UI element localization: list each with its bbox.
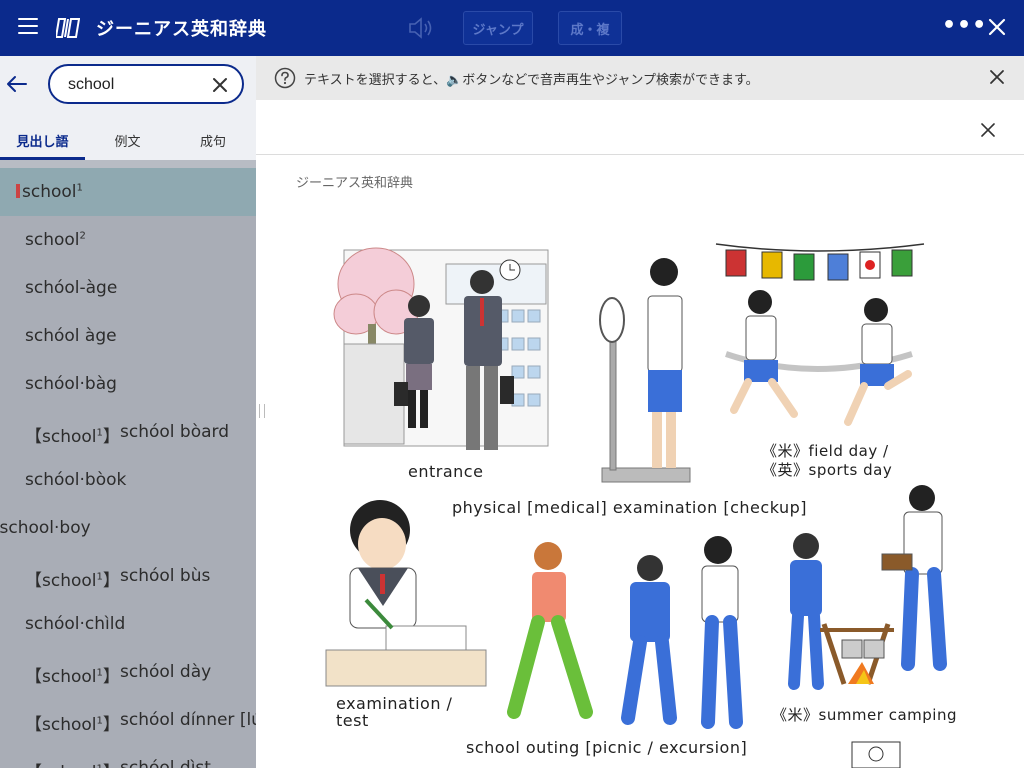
list-divider (0, 160, 256, 168)
entry-headword-text: schóol·bòok (25, 470, 127, 490)
dictionary-name: ジーニアス英和辞典 (296, 176, 414, 191)
entry-headword-text: school (25, 230, 80, 250)
search-panel: 見出し語 例文 成句 school1school2schóol-àgeschóo… (0, 56, 256, 768)
entry-reference-word: 【school (25, 667, 97, 687)
exam-scene (325, 500, 487, 687)
list-item[interactable]: *school·boy (0, 504, 256, 552)
entry-headword-text: school·boy (0, 518, 91, 538)
school-events-illustration: entrance 《米》field day / 《英》sports day ph… (296, 214, 996, 768)
entry-reference-close: 】 (102, 715, 120, 735)
tab-idioms[interactable]: 成句 (170, 120, 256, 160)
tab-examples[interactable]: 例文 (85, 120, 170, 160)
notice-bar: テキストを選択すると、🔈ボタンなどで音声再生やジャンプ検索ができます。 (256, 56, 1024, 100)
entry-headword: schóol·bòok (25, 470, 126, 490)
homograph-number: 2 (79, 230, 86, 242)
entry-headword-text: schóol àge (25, 326, 117, 346)
entry-headword: school1 (16, 182, 83, 202)
entry-headword: schóol·bàg (25, 374, 117, 394)
search-tabs: 見出し語 例文 成句 (0, 120, 256, 160)
list-item[interactable]: 【school1】 schóol bùs (0, 552, 256, 600)
entry-headword: *school·boy (0, 518, 91, 538)
illustration-drawing (325, 243, 947, 768)
homograph-number: 1 (76, 182, 83, 194)
clear-search-icon[interactable] (210, 75, 230, 95)
entry-headword: schóol·chìld (25, 614, 125, 634)
list-item[interactable]: schóol·bòok (0, 456, 256, 504)
menu-icon[interactable] (18, 18, 38, 38)
list-item[interactable]: 【school1】 schóol dínner [lú (0, 696, 256, 744)
importance-marker-icon (16, 184, 20, 198)
search-input[interactable] (68, 74, 198, 96)
resize-handle[interactable] (259, 404, 265, 418)
entry-headword-text: schóol·chìld (25, 614, 126, 634)
tab-headwords[interactable]: 見出し語 (0, 120, 85, 160)
app-title: ジーニアス英和辞典 (96, 19, 267, 40)
close-icon[interactable] (984, 14, 1010, 40)
help-icon (274, 67, 296, 89)
entry-list[interactable]: school1 school2 schóol-àge schóol àge schóol… (0, 168, 256, 768)
entry-reference-word: 【school (25, 763, 97, 768)
more-options-button[interactable]: ••• (942, 15, 986, 40)
entry-headword-text: schóol·bàg (25, 374, 117, 394)
entry-headword: schóol-àge (25, 278, 117, 298)
list-item[interactable]: 【school1】 schóol bòard (0, 408, 256, 456)
entry-headword: schóol dìst (120, 758, 211, 768)
entry-headword: schóol àge (25, 326, 117, 346)
list-item[interactable]: schóol àge (0, 312, 256, 360)
close-content-icon[interactable] (978, 120, 998, 140)
list-item[interactable]: school1 (0, 168, 256, 216)
entry-headword: school2 (25, 230, 86, 250)
entry-reference-close: 】 (102, 571, 120, 591)
entrance-scene (333, 247, 549, 450)
seifuku-button[interactable]: 成・複 (558, 11, 622, 45)
entry-reference-close: 】 (103, 763, 120, 768)
caption-field-day-us: 《米》field day / (762, 442, 889, 460)
content-divider (256, 154, 1024, 155)
entry-reference-word: 【school (25, 427, 97, 447)
dictionary-logo-icon (56, 18, 80, 38)
caption-entrance: entrance (408, 462, 484, 481)
caption-field-day-uk: 《英》sports day (762, 461, 893, 479)
caption-physical-exam: physical [medical] examination [checkup] (452, 498, 808, 517)
jump-button[interactable]: ジャンプ (463, 11, 533, 45)
list-item[interactable]: schóol-àge (0, 264, 256, 312)
entry-headword-text: schóol-àge (25, 278, 118, 298)
app-header: ジーニアス英和辞典 ジャンプ 成・複 ••• (0, 0, 1024, 56)
list-item[interactable]: 【school1】schóol dìst (0, 744, 256, 768)
list-item[interactable]: schóol·chìld (0, 600, 256, 648)
caption-school-outing: school outing [picnic / excursion] (466, 738, 748, 757)
entry-reference-word: 【school (25, 571, 97, 591)
list-item[interactable]: school2 (0, 216, 256, 264)
entry-headword: schóol dày (120, 662, 212, 682)
speaker-icon[interactable] (404, 13, 438, 43)
list-item[interactable]: schóol·bàg (0, 360, 256, 408)
caption-summer-camping: 《米》summer camping (772, 706, 957, 724)
entry-headword: schóol dínner [lú (120, 710, 256, 730)
physical-exam-scene (599, 258, 691, 483)
entry-reference: 【school1】 (25, 662, 120, 687)
school-outing-scene (507, 536, 743, 729)
entry-reference-close: 】 (102, 667, 120, 687)
close-notice-icon[interactable] (988, 68, 1006, 86)
entry-reference: 【school1】 (25, 566, 120, 591)
summer-camping-scene (788, 485, 947, 768)
entry-reference-word: 【school (25, 715, 97, 735)
entry-headword-text: school (22, 182, 77, 202)
back-arrow-icon[interactable] (6, 74, 28, 94)
notice-text: テキストを選択すると、🔈ボタンなどで音声再生やジャンプ検索ができます。 (304, 73, 759, 88)
entry-headword: schóol bòard (120, 422, 229, 442)
entry-reference: 【school1】 (25, 710, 120, 735)
entry-reference-close: 】 (102, 427, 120, 447)
field-day-scene (715, 243, 925, 426)
entry-reference: 【school1】 (25, 758, 120, 768)
list-item[interactable]: 【school1】 schóol dày (0, 648, 256, 696)
search-box (48, 64, 244, 104)
caption-test: test (336, 711, 369, 730)
entry-reference: 【school1】 (25, 422, 120, 447)
entry-headword: schóol bùs (120, 566, 211, 586)
